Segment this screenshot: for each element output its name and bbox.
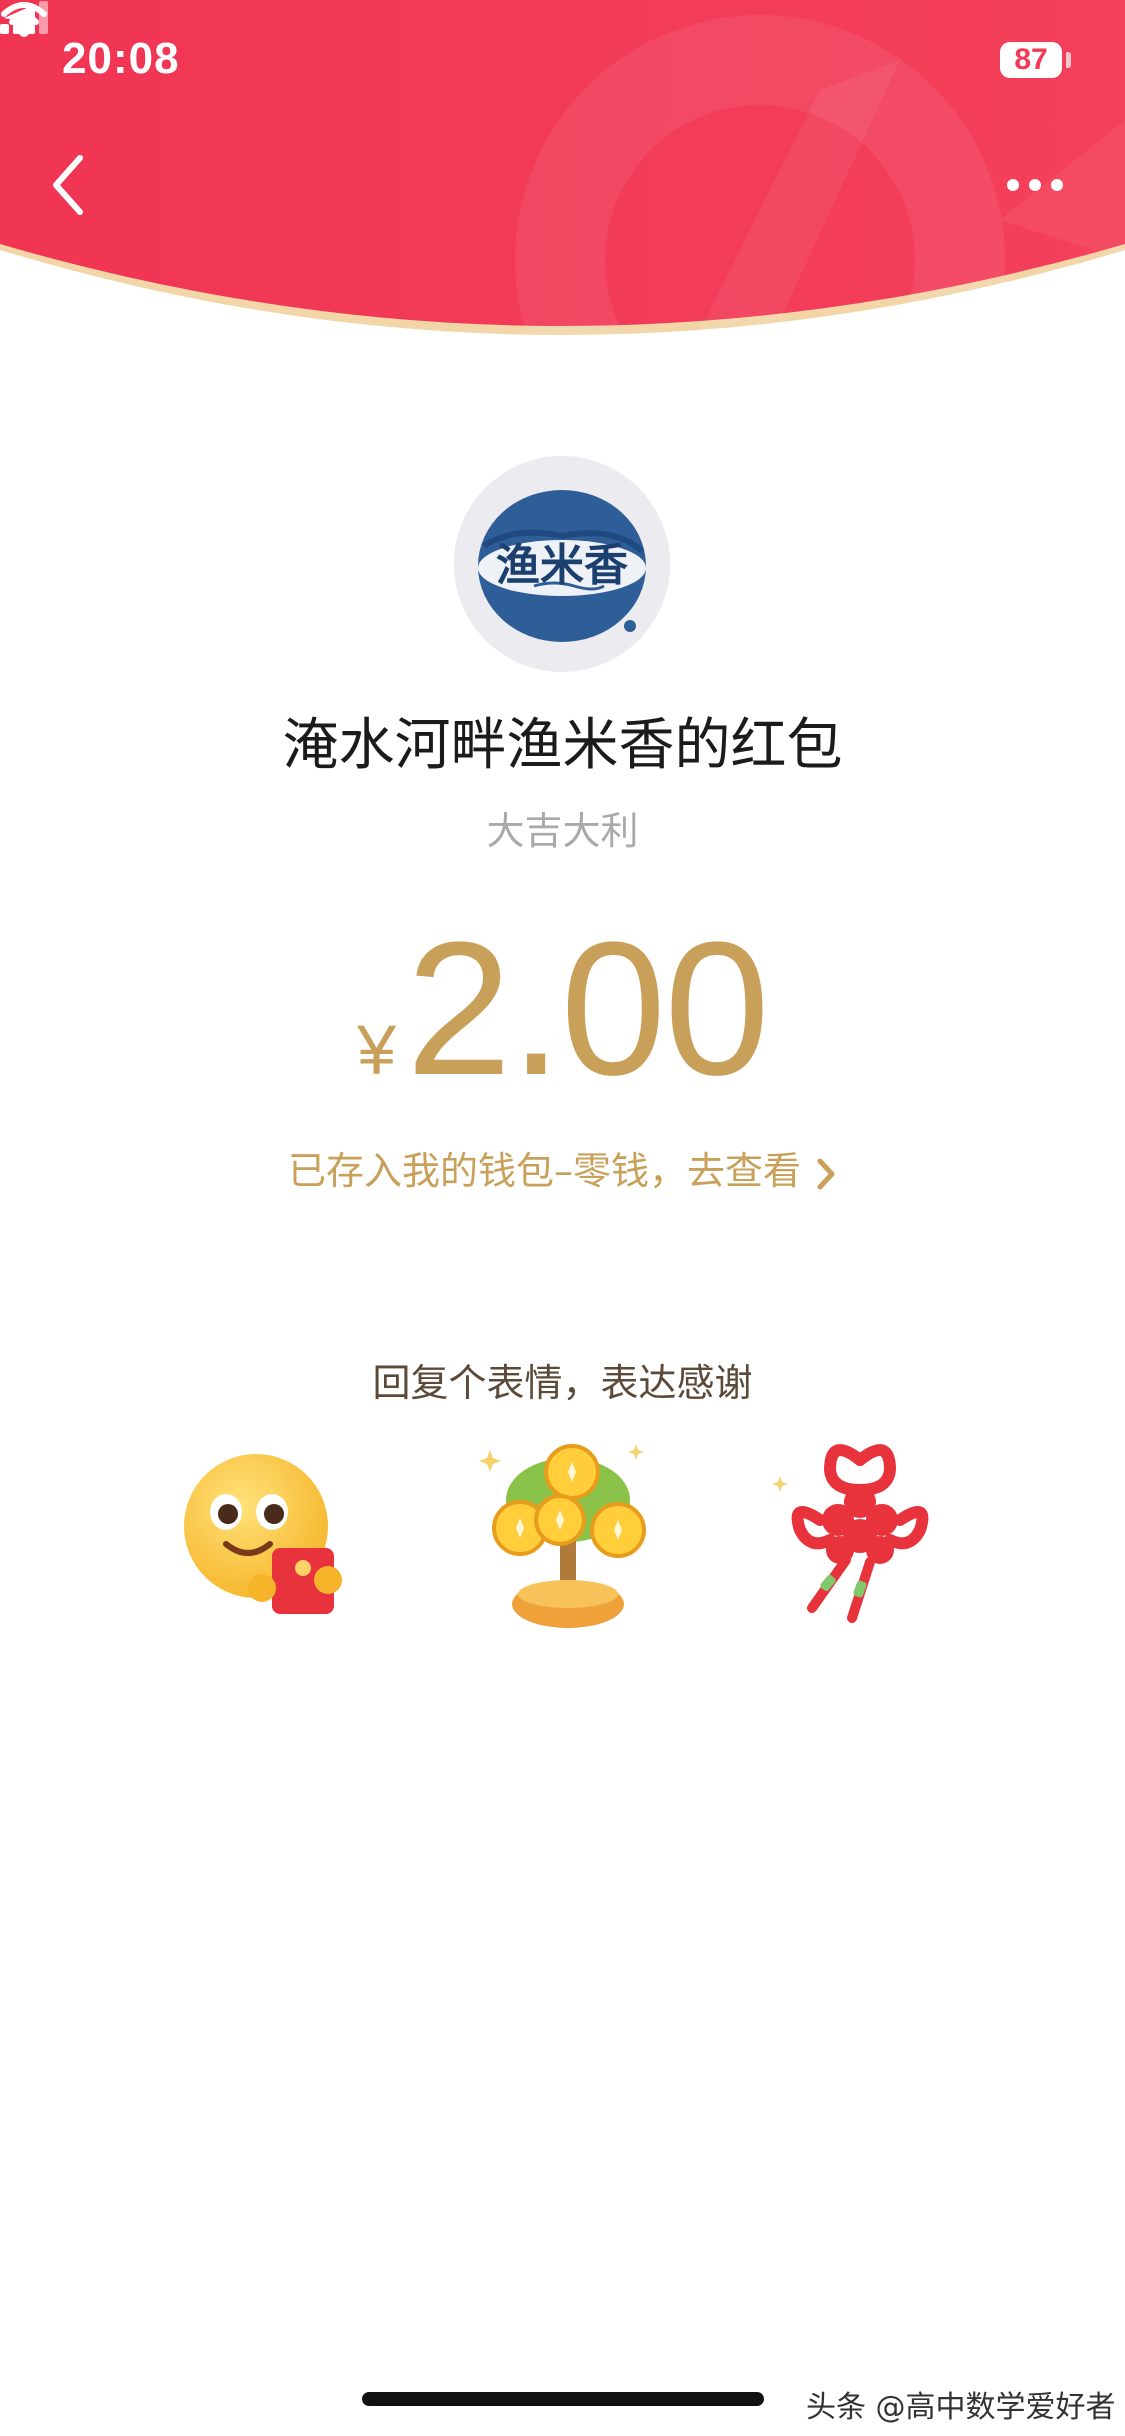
status-time: 20:08 xyxy=(62,34,180,83)
chinese-knot-sticker[interactable] xyxy=(760,1440,950,1640)
greeting-text: 大吉大利 xyxy=(486,809,639,853)
back-button[interactable] xyxy=(44,150,94,220)
reply-prompt: 回复个表情，表达感谢 xyxy=(372,1361,753,1405)
wifi-icon xyxy=(1,2,47,37)
more-dots-icon xyxy=(1007,179,1063,191)
chevron-left-icon xyxy=(53,155,83,215)
watermark-text: 头条 @高中数学爱好者 xyxy=(806,2390,1116,2425)
chevron-right-icon xyxy=(817,1158,835,1189)
money-tree-icon xyxy=(479,1444,646,1628)
sender-avatar[interactable]: 渔米香 xyxy=(454,456,670,672)
home-indicator[interactable] xyxy=(362,2392,764,2406)
smiley-red-envelope-sticker[interactable] xyxy=(176,1440,366,1640)
amount-value: 2.00 xyxy=(406,903,770,1115)
more-button[interactable] xyxy=(1000,170,1070,200)
battery-tip xyxy=(1066,52,1071,68)
smiley-red-envelope-icon xyxy=(184,1454,342,1614)
battery-icon: 87 xyxy=(1000,42,1062,78)
wallet-link[interactable]: 已存入我的钱包–零钱，去查看 xyxy=(0,1140,1125,1195)
avatar-text: 渔米香 xyxy=(496,540,628,591)
chinese-knot-icon xyxy=(772,1444,929,1623)
wallet-link-label: 已存入我的钱包–零钱，去查看 xyxy=(287,1149,801,1193)
envelope-title: 淹水河畔渔米香的红包 xyxy=(282,713,843,778)
red-envelope-header: 20:08 87 xyxy=(0,0,1125,360)
money-tree-sticker[interactable] xyxy=(468,1440,658,1640)
currency-symbol: ¥ xyxy=(357,1011,397,1089)
avatar-logo: 渔米香 xyxy=(454,456,670,672)
amount-display: ¥2.00 xyxy=(0,900,1125,1118)
